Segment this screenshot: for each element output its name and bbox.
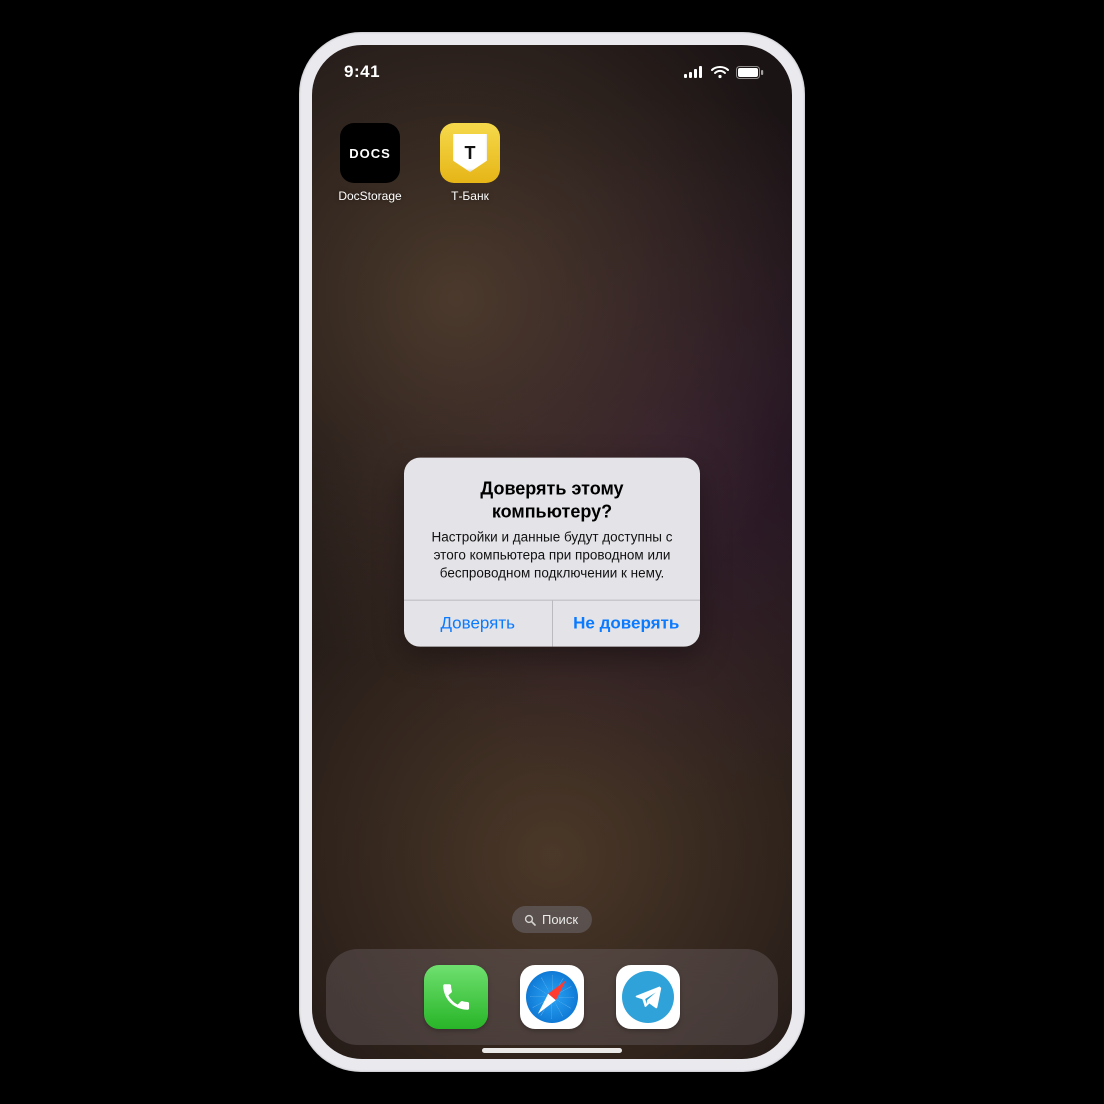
home-apps-row: DOCS DocStorage T Т‑Банк: [334, 123, 506, 203]
home-indicator[interactable]: [482, 1048, 622, 1053]
status-time: 9:41: [344, 62, 380, 82]
battery-icon: [736, 66, 764, 79]
alert-body: Доверять этому компьютеру? Настройки и д…: [404, 458, 700, 600]
alert-title: Доверять этому компьютеру?: [422, 478, 682, 523]
trust-button[interactable]: Доверять: [404, 600, 552, 646]
app-label: Т‑Банк: [451, 189, 489, 203]
dock-safari-app[interactable]: [520, 965, 584, 1029]
status-right: [684, 66, 764, 79]
dont-trust-button[interactable]: Не доверять: [553, 600, 701, 646]
phone-frame: 9:41 DOCS DocStorage T Т‑Банк: [299, 32, 805, 1072]
telegram-icon: [622, 971, 674, 1023]
app-tbank[interactable]: T Т‑Банк: [434, 123, 506, 203]
dock-phone-app[interactable]: [424, 965, 488, 1029]
wifi-icon: [711, 66, 729, 79]
cellular-icon: [684, 66, 704, 78]
phone-icon: [439, 980, 473, 1014]
search-label: Поиск: [542, 912, 578, 927]
spotlight-search[interactable]: Поиск: [512, 906, 592, 933]
safari-icon: [526, 971, 578, 1023]
app-label: DocStorage: [338, 189, 401, 203]
alert-buttons: Доверять Не доверять: [404, 600, 700, 646]
dock-telegram-app[interactable]: [616, 965, 680, 1029]
search-icon: [524, 914, 536, 926]
alert-message: Настройки и данные будут доступны с этог…: [422, 529, 682, 584]
dock: [326, 949, 778, 1045]
app-docstorage[interactable]: DOCS DocStorage: [334, 123, 406, 203]
phone-screen: 9:41 DOCS DocStorage T Т‑Банк: [312, 45, 792, 1059]
status-bar: 9:41: [312, 45, 792, 99]
docstorage-icon: DOCS: [340, 123, 400, 183]
trust-computer-alert: Доверять этому компьютеру? Настройки и д…: [404, 458, 700, 647]
tbank-icon: T: [440, 123, 500, 183]
